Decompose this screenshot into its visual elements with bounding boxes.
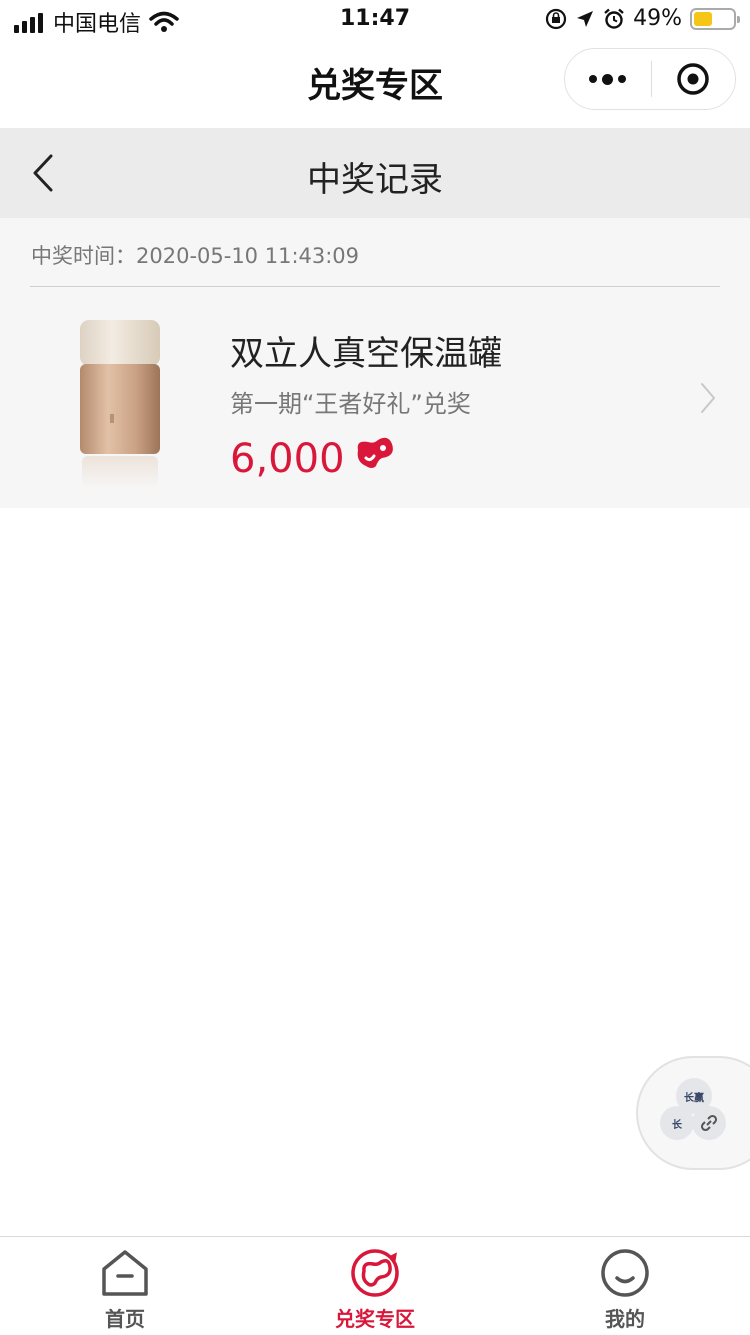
home-icon[interactable] (99, 1247, 151, 1299)
page-header: 中奖记录 (0, 128, 750, 218)
widget-label-2: 长 (672, 1119, 682, 1131)
divider (30, 286, 720, 287)
red-bean-icon (357, 437, 393, 468)
redeem-bean-icon[interactable] (349, 1247, 401, 1299)
tab-redeem[interactable]: 兑奖专区 (250, 1237, 500, 1335)
widget-avatar-left[interactable]: 长 (660, 1106, 694, 1140)
status-right: 49% (545, 6, 740, 31)
status-bar: 中国电信 11:47 49% (0, 0, 750, 40)
product-subtitle: 第一期“王者好礼”兑奖 (230, 390, 471, 418)
chevron-right-icon[interactable] (700, 382, 716, 414)
mini-program-nav: 兑奖专区 (0, 40, 750, 128)
tab-mine[interactable]: 我的 (500, 1237, 750, 1335)
tab-mine-label[interactable]: 我的 (605, 1303, 645, 1332)
battery-percent: 49% (633, 6, 682, 31)
more-dots-icon[interactable] (565, 49, 651, 109)
battery-icon (690, 7, 740, 30)
smile-face-icon[interactable] (599, 1247, 651, 1299)
tab-home[interactable]: 首页 (0, 1237, 250, 1335)
capsule-menu (564, 48, 736, 110)
tab-home-label[interactable]: 首页 (105, 1303, 145, 1332)
product-image (80, 320, 160, 488)
floating-share-widget[interactable]: 长赢 长 (636, 1056, 750, 1170)
prize-record-card[interactable]: 中奖时间：2020-05-10 11:43:09 双立人真空保温罐 第一期“王者… (0, 218, 750, 508)
location-arrow-icon (577, 10, 594, 27)
tab-bar: 首页 兑奖专区 我的 (0, 1236, 750, 1335)
widget-label-1: 长赢 (684, 1092, 704, 1104)
product-price: 6,000 (230, 436, 345, 482)
link-icon[interactable] (692, 1106, 726, 1140)
target-close-icon[interactable] (652, 49, 736, 109)
alarm-icon (604, 8, 624, 29)
page-title: 中奖记录 (307, 160, 443, 200)
orientation-lock-icon (545, 8, 567, 29)
tab-redeem-label[interactable]: 兑奖专区 (335, 1303, 415, 1332)
prize-time: 中奖时间：2020-05-10 11:43:09 (31, 244, 360, 268)
product-name: 双立人真空保温罐 (230, 334, 502, 374)
